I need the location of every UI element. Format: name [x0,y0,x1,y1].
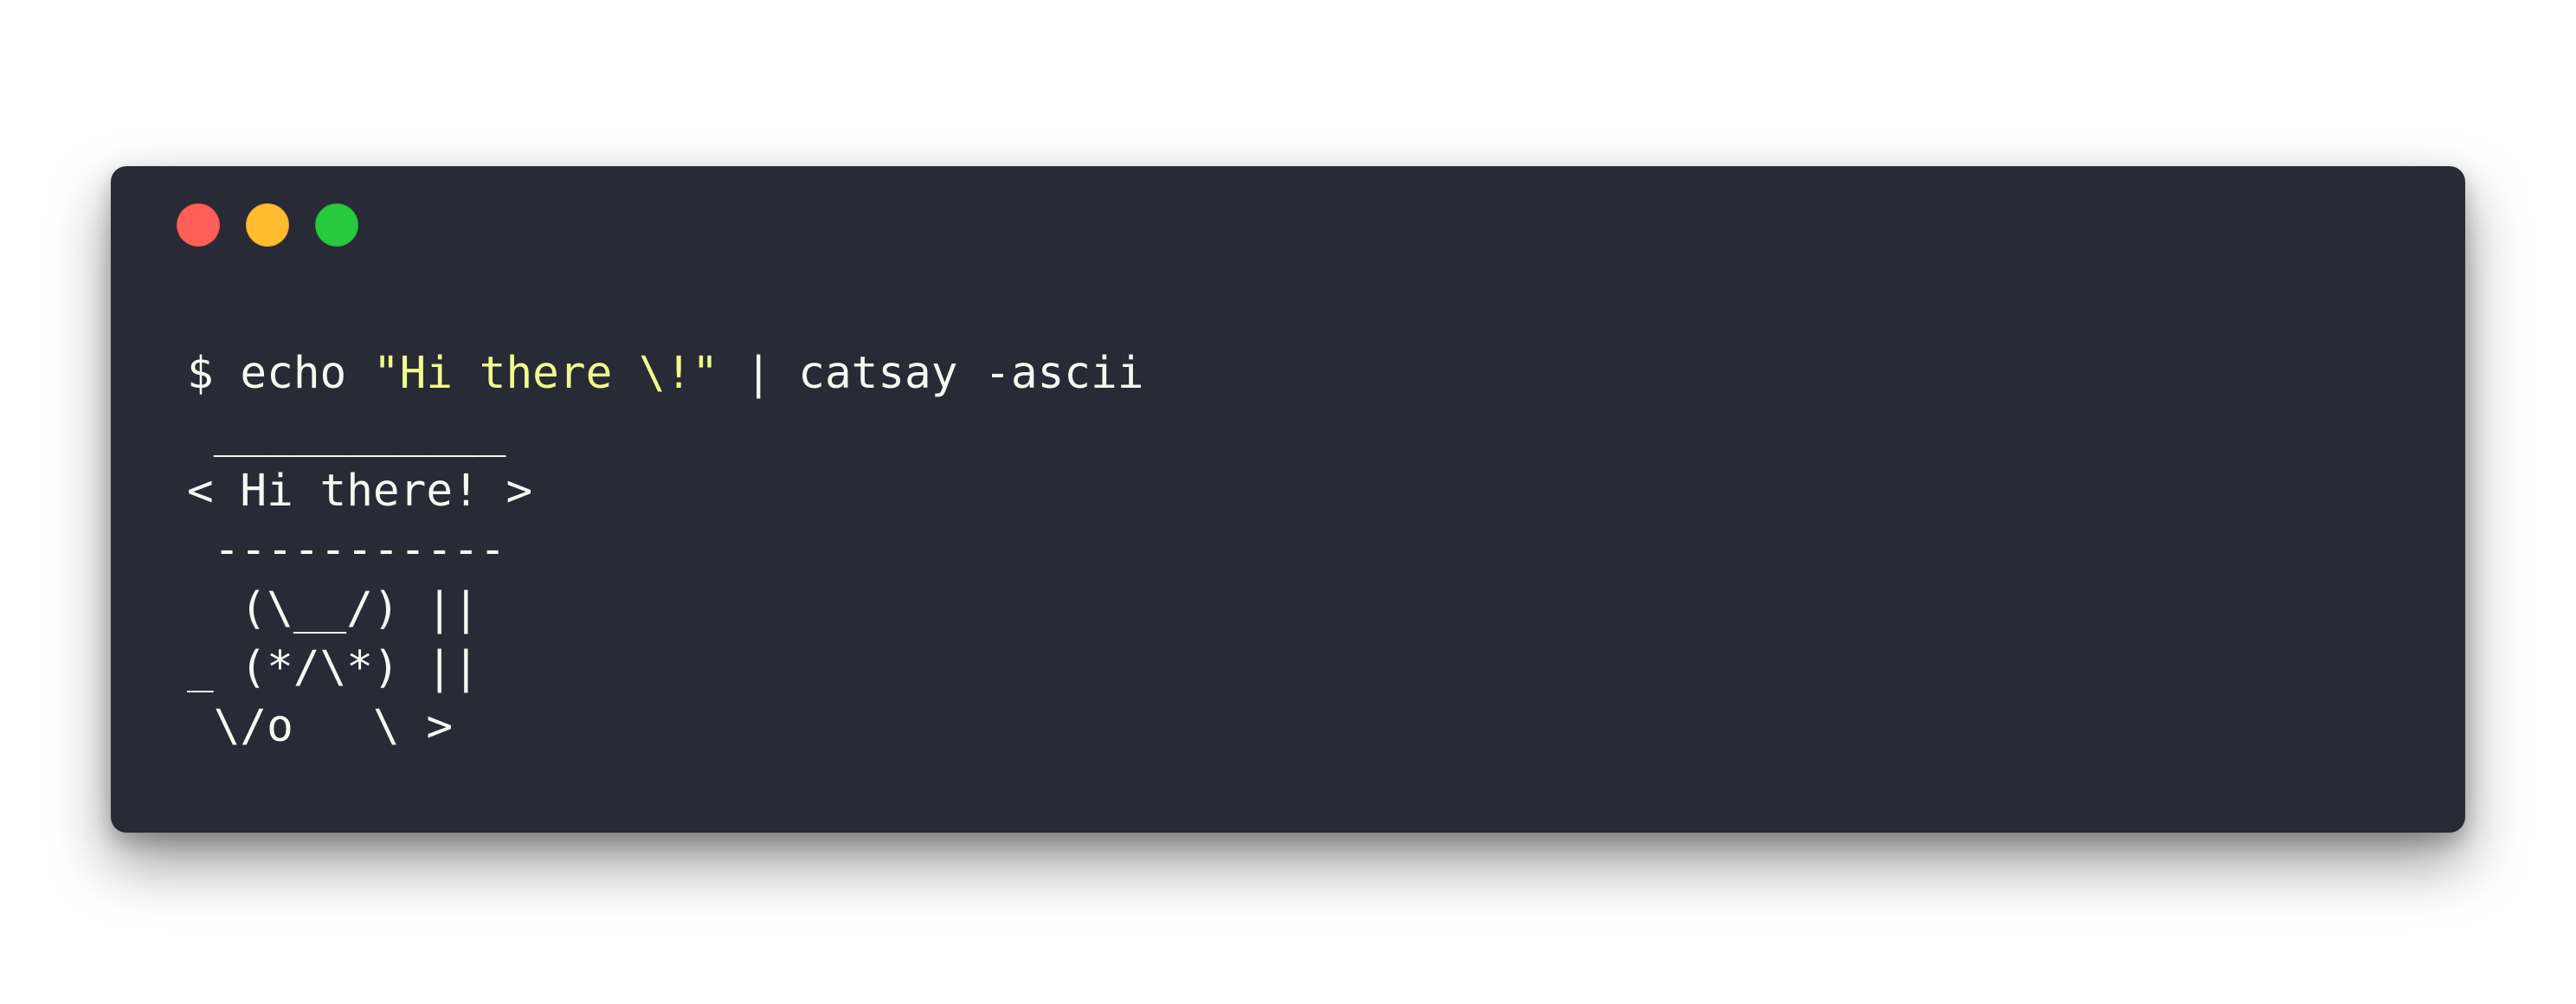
output-line-3: ----------- [187,525,506,576]
command-string-argument: "Hi there \!" [372,348,719,399]
command-name: echo [240,348,373,399]
minimize-window-button[interactable] [246,203,289,247]
output-line-1: ___________ [187,407,506,458]
command-pipeline: | catsay -ascii [718,348,1144,399]
terminal-output[interactable]: $ echo "Hi there \!" | catsay -ascii ___… [187,344,2389,781]
output-line-4: (\__/) || [187,583,480,634]
window-titlebar [177,203,384,247]
output-line-5: _ (*/\*) || [187,642,480,693]
close-window-button[interactable] [177,203,220,247]
output-line-2: < Hi there! > [187,466,533,517]
maximize-window-button[interactable] [315,203,358,247]
output-line-6: \/o \ > [187,701,454,752]
terminal-window: $ echo "Hi there \!" | catsay -ascii ___… [111,166,2465,833]
command-line: $ echo "Hi there \!" | catsay -ascii [187,344,2389,403]
shell-prompt: $ [187,348,241,399]
